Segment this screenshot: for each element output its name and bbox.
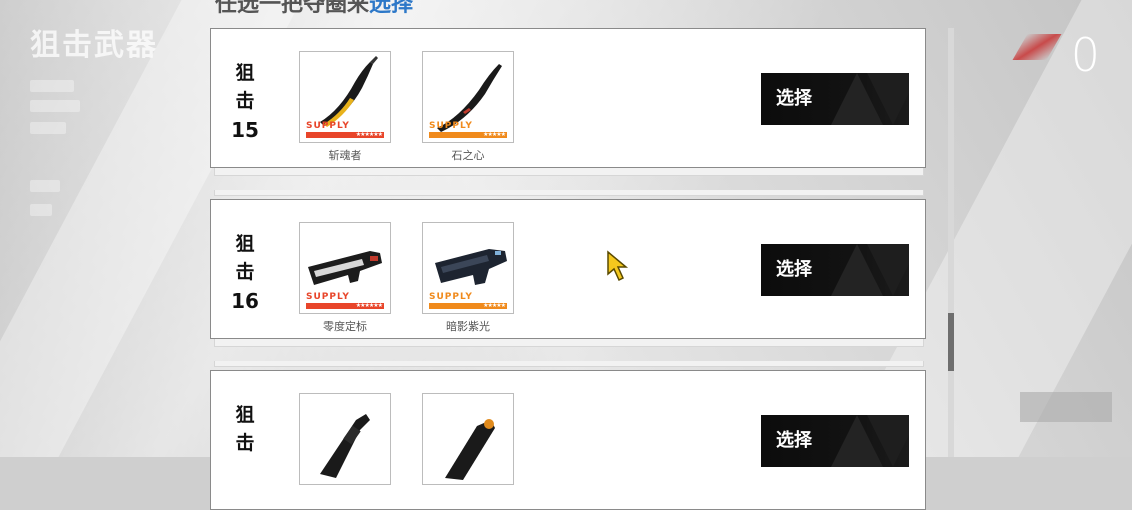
weapon-tile[interactable]: SUPPLY ★★★★★★ [299, 51, 391, 143]
supply-label: SUPPLY [429, 121, 473, 131]
category-label: 狙 击 15 [231, 59, 259, 145]
category-label: 狙 击 16 [231, 230, 259, 316]
weapon-item[interactable] [299, 393, 391, 485]
card-shadow [214, 361, 924, 367]
category-number: 15 [231, 118, 259, 142]
button-deco [867, 244, 909, 296]
scope-rifle-icon [320, 414, 370, 478]
side-ghost-line [30, 122, 66, 134]
weapon-tile[interactable] [299, 393, 391, 485]
select-button-label: 选择 [776, 259, 812, 280]
scrollbar-thumb[interactable] [948, 313, 954, 371]
select-button-label: 选择 [776, 88, 812, 109]
weapon-name: 斩魂者 [328, 149, 362, 162]
ghost-panel [1020, 392, 1112, 422]
select-button[interactable]: 选择 [761, 415, 909, 467]
supply-label: SUPPLY [429, 292, 473, 302]
side-ghost-line [30, 100, 80, 112]
weapon-name: 石之心 [451, 149, 485, 162]
scope-rifle-icon [445, 419, 495, 480]
select-button[interactable]: 选择 [761, 244, 909, 296]
pointer-cursor-icon [607, 250, 629, 282]
category-char: 击 [235, 90, 255, 112]
category-char: 狙 [235, 62, 255, 84]
weapon-item[interactable]: SUPPLY ★★★★★★ 零度定标 [299, 222, 391, 334]
weapon-name: 零度定标 [323, 320, 367, 333]
weapon-tile[interactable]: SUPPLY ★★★★★ [422, 222, 514, 314]
supply-label: SUPPLY [306, 292, 350, 302]
side-ghost-line [30, 180, 60, 192]
weapon-item[interactable]: SUPPLY ★★★★★ 暗影紫光 [422, 222, 514, 334]
weapon-item[interactable]: SUPPLY ★★★★★★ 斩魂者 [299, 51, 391, 163]
card-shadow [214, 168, 924, 176]
rarity-stars: ★★★★★ [483, 131, 506, 138]
weapon-list[interactable]: 狙 击 15 SUPPLY ★★★★★★ 斩魂者 SUPPLY ★★★★★ 石之… [210, 0, 930, 510]
card-shadow [214, 190, 924, 196]
rarity-stars: ★★★★★★ [355, 302, 383, 309]
button-deco [867, 73, 909, 125]
list-scrollbar[interactable] [948, 28, 954, 457]
side-ghost-line [30, 80, 74, 92]
card-shadow [214, 339, 924, 347]
category-char: 击 [235, 261, 255, 283]
weapon-tile[interactable]: SUPPLY ★★★★★★ [299, 222, 391, 314]
category-number: 16 [231, 289, 259, 313]
category-label: 狙 击 [231, 401, 259, 457]
category-char: 狙 [235, 404, 255, 426]
rarity-stars: ★★★★★ [483, 302, 506, 309]
side-panel-title: 狙击武器 [30, 28, 158, 63]
weapon-card: 狙 击 选择 [210, 370, 926, 510]
weapon-card: 狙 击 15 SUPPLY ★★★★★★ 斩魂者 SUPPLY ★★★★★ 石之… [210, 28, 926, 168]
weapon-tile[interactable]: SUPPLY ★★★★★ [422, 51, 514, 143]
weapon-item[interactable] [422, 393, 514, 485]
select-button-label: 选择 [776, 430, 812, 451]
weapon-name: 暗影紫光 [446, 320, 490, 333]
supply-label: SUPPLY [306, 121, 350, 131]
weapon-card: 狙 击 16 SUPPLY ★★★★★★ 零度定标 SUPPLY ★★★★★ 暗… [210, 199, 926, 339]
side-ghost-line [30, 204, 52, 216]
button-deco [867, 415, 909, 467]
score-counter: 0 [1070, 28, 1100, 82]
category-char: 击 [235, 432, 255, 454]
weapon-item[interactable]: SUPPLY ★★★★★ 石之心 [422, 51, 514, 163]
weapon-tile[interactable] [422, 393, 514, 485]
rarity-stars: ★★★★★★ [355, 131, 383, 138]
select-button[interactable]: 选择 [761, 73, 909, 125]
category-char: 狙 [235, 233, 255, 255]
